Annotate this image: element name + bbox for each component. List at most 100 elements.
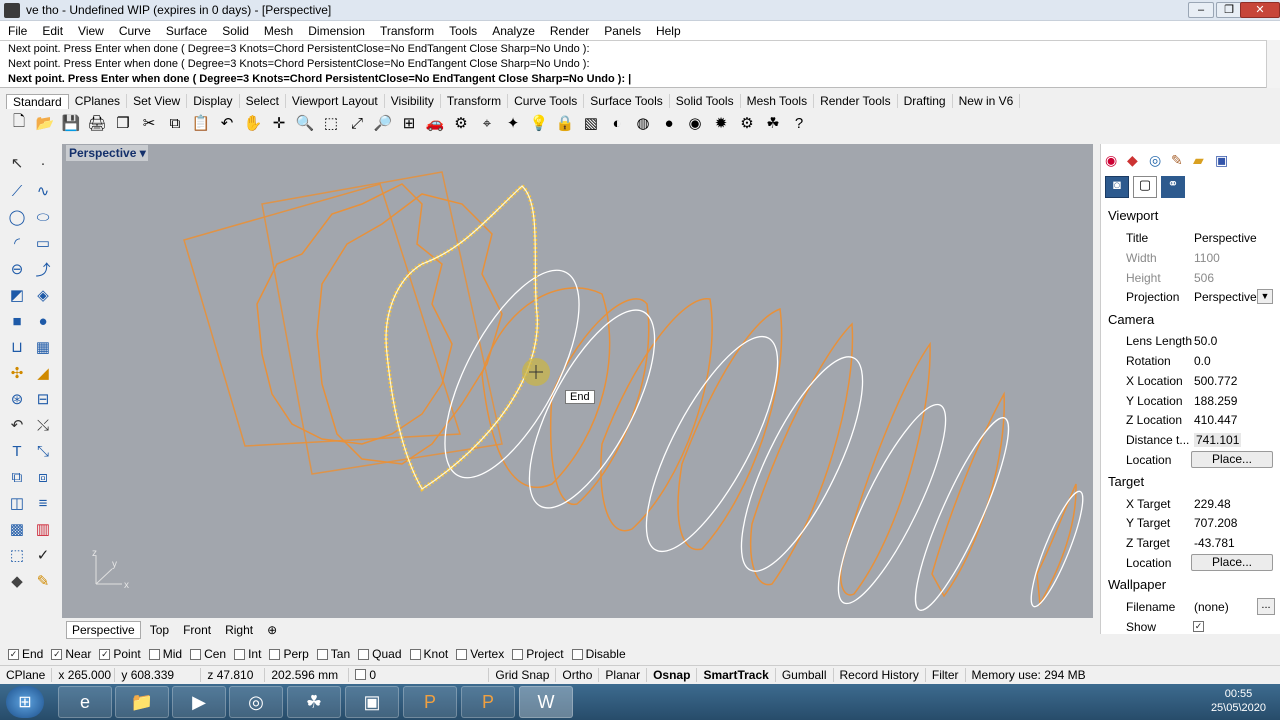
tab-cplanes[interactable]: CPlanes xyxy=(69,94,128,108)
osnap-checkbox[interactable] xyxy=(190,648,202,660)
osnap-checkbox[interactable] xyxy=(571,648,583,660)
taskbar-app-icon[interactable]: ☘ xyxy=(287,686,341,718)
tab-render-tools[interactable]: Render Tools xyxy=(814,94,898,108)
title-value[interactable]: Perspective xyxy=(1194,231,1257,245)
cylinder-icon[interactable]: ⊔ xyxy=(6,336,28,358)
z-location-value[interactable]: 410.447 xyxy=(1194,413,1237,427)
osnap-checkbox[interactable] xyxy=(358,648,370,660)
perspective-viewport[interactable]: End x y z xyxy=(62,144,1093,618)
tab-select[interactable]: Select xyxy=(240,94,286,108)
dropdown-arrow-icon[interactable]: ▾ xyxy=(140,146,146,160)
circle-icon[interactable]: ◯ xyxy=(6,206,28,228)
lens-length-value[interactable]: 50.0 xyxy=(1194,334,1217,348)
zoom-selected-icon[interactable]: 🔎 xyxy=(372,112,394,134)
osnap-toggle[interactable]: Osnap xyxy=(647,667,698,682)
tab-mesh-tools[interactable]: Mesh Tools xyxy=(741,94,815,108)
maximize-button[interactable]: ❐ xyxy=(1216,2,1242,18)
text-icon[interactable]: T xyxy=(6,440,28,462)
osnap-checkbox[interactable] xyxy=(316,648,328,660)
color-wheel-icon[interactable]: ◐ xyxy=(606,112,628,134)
drafting-icon[interactable]: ◆ xyxy=(6,570,28,592)
snap-icon[interactable]: ✦ xyxy=(502,112,524,134)
cage-icon[interactable]: ⬚ xyxy=(6,544,28,566)
planar-toggle[interactable]: Planar xyxy=(599,667,648,682)
loft-icon[interactable]: ◈ xyxy=(32,284,54,306)
tab-viewport-layout[interactable]: Viewport Layout xyxy=(286,94,385,108)
selected-curve[interactable] xyxy=(384,183,540,492)
osnap-checkbox[interactable] xyxy=(148,648,160,660)
point-icon[interactable]: · xyxy=(32,152,54,174)
camera-place-button[interactable]: Place... xyxy=(1191,451,1273,468)
light-icon[interactable]: ✹ xyxy=(710,112,732,134)
layer-indicator[interactable]: 0 xyxy=(349,667,490,682)
smarttrack-toggle[interactable]: SmartTrack xyxy=(697,667,776,682)
layer-icon[interactable]: ▧ xyxy=(580,112,602,134)
add-viewport-icon[interactable]: ⊕ xyxy=(262,622,282,638)
tab-new-in-v6[interactable]: New in V6 xyxy=(953,94,1021,108)
y-location-value[interactable]: 188.259 xyxy=(1194,394,1237,408)
osnap-disable[interactable]: Disable xyxy=(571,647,626,661)
menu-dimension[interactable]: Dimension xyxy=(308,24,365,38)
osnap-knot[interactable]: Knot xyxy=(409,647,448,661)
projection-select[interactable]: Perspective xyxy=(1194,290,1257,304)
browse-button[interactable]: ... xyxy=(1257,598,1275,615)
osnap-checkbox[interactable]: ✓ xyxy=(51,648,63,660)
boolean-icon[interactable]: ⊛ xyxy=(6,388,28,410)
new-icon[interactable]: 🗋 xyxy=(8,112,30,134)
group-icon[interactable]: ⧉ xyxy=(6,466,28,488)
brush-icon[interactable]: ✎ xyxy=(1171,152,1193,169)
osnap-checkbox[interactable] xyxy=(512,648,524,660)
pan-icon[interactable]: ✋ xyxy=(242,112,264,134)
open-icon[interactable]: 📂 xyxy=(34,112,56,134)
lock-icon[interactable]: 🔒 xyxy=(554,112,576,134)
rotation-value[interactable]: 0.0 xyxy=(1194,354,1211,368)
menu-file[interactable]: File xyxy=(8,24,27,38)
tab-display[interactable]: Display xyxy=(187,94,240,108)
projection-dropdown-icon[interactable]: ▼ xyxy=(1257,289,1273,304)
start-button[interactable]: ⊞ xyxy=(6,686,44,718)
polyline-icon[interactable]: ⟋ xyxy=(6,180,28,202)
check-icon[interactable]: ✓ xyxy=(32,544,54,566)
extend-icon[interactable]: ⤯ xyxy=(32,414,54,436)
menu-analyze[interactable]: Analyze xyxy=(492,24,535,38)
osnap-checkbox[interactable] xyxy=(456,648,468,660)
fillet-icon[interactable]: ⊖ xyxy=(6,258,28,280)
help-panel-icon[interactable]: ▣ xyxy=(1215,152,1237,169)
menu-solid[interactable]: Solid xyxy=(222,24,249,38)
menu-panels[interactable]: Panels xyxy=(604,24,641,38)
tab-visibility[interactable]: Visibility xyxy=(385,94,441,108)
menu-help[interactable]: Help xyxy=(656,24,681,38)
osnap-near[interactable]: ✓ Near xyxy=(51,647,91,661)
osnap-tan[interactable]: Tan xyxy=(316,647,350,661)
x-location-value[interactable]: 500.772 xyxy=(1194,374,1237,388)
viewport-title[interactable]: Perspective ▾ xyxy=(66,145,148,161)
material-icon[interactable]: ◆ xyxy=(1127,152,1149,169)
osnap-checkbox[interactable] xyxy=(234,648,246,660)
grid-snap-toggle[interactable]: Grid Snap xyxy=(489,667,557,682)
osnap-vertex[interactable]: Vertex xyxy=(456,647,504,661)
sphere-icon[interactable]: ● xyxy=(32,310,54,332)
block-cube-icon[interactable]: ◫ xyxy=(6,492,28,514)
block-icon[interactable]: ⧈ xyxy=(32,466,54,488)
menu-transform[interactable]: Transform xyxy=(380,24,434,38)
osnap-checkbox[interactable] xyxy=(409,648,421,660)
x-target-value[interactable]: 229.48 xyxy=(1194,497,1231,511)
move-icon[interactable]: ✛ xyxy=(268,112,290,134)
tab-set-view[interactable]: Set View xyxy=(127,94,188,108)
command-history[interactable]: Next point. Press Enter when done ( Degr… xyxy=(0,40,1266,88)
select-arrow-icon[interactable]: ↖ xyxy=(6,152,28,174)
osnap-int[interactable]: Int xyxy=(234,647,261,661)
taskbar-ie-icon[interactable]: e xyxy=(58,686,112,718)
close-button[interactable]: ✕ xyxy=(1240,2,1280,18)
folder-icon[interactable]: ▰ xyxy=(1193,152,1215,169)
target-place-button[interactable]: Place... xyxy=(1191,554,1273,571)
sphere-wire-icon[interactable]: ◍ xyxy=(632,112,654,134)
cut-icon[interactable]: ✂ xyxy=(138,112,160,134)
analyze-icon[interactable]: ◢ xyxy=(32,362,54,384)
tab-front[interactable]: Front xyxy=(178,622,216,638)
car-icon[interactable]: 🚗 xyxy=(424,112,446,134)
sphere-render-icon[interactable]: ◉ xyxy=(684,112,706,134)
filter-toggle[interactable]: Filter xyxy=(926,667,966,682)
paste-icon[interactable]: 📋 xyxy=(190,112,212,134)
zoom-icon[interactable]: 🔍 xyxy=(294,112,316,134)
